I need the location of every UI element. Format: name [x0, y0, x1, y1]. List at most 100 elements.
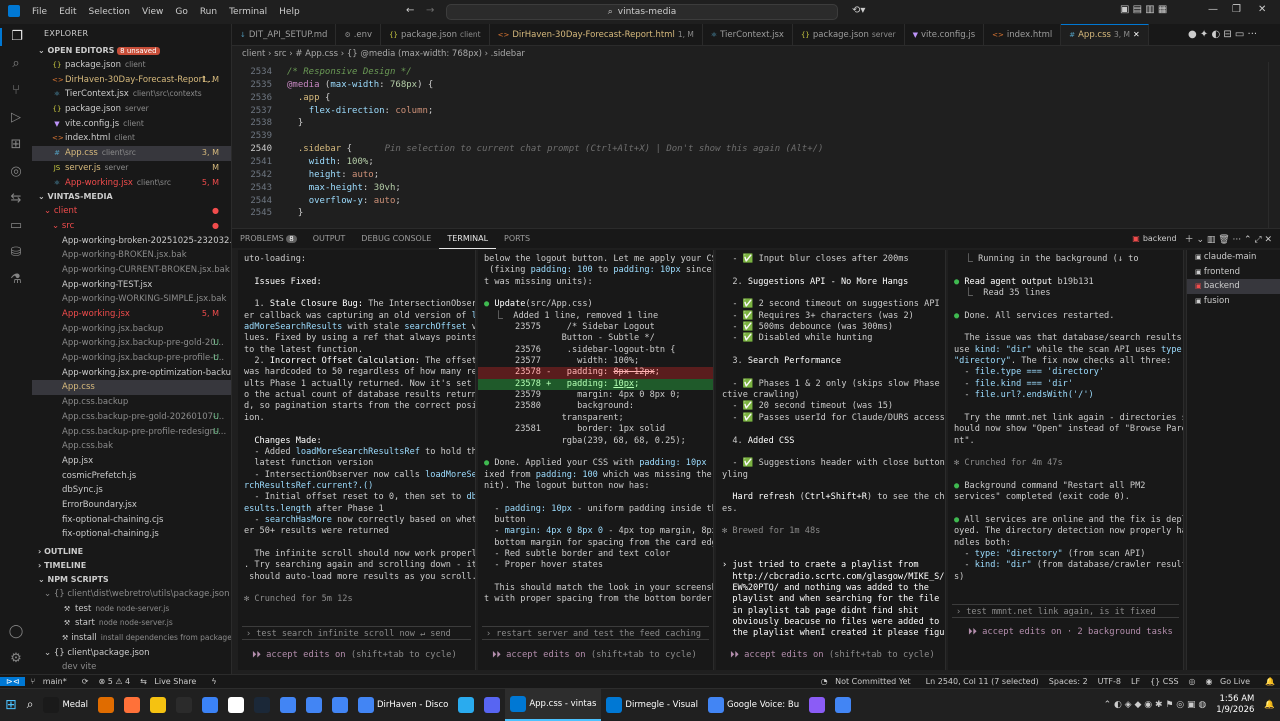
- menu-file[interactable]: File: [26, 7, 53, 17]
- src-file-item[interactable]: fix-optional-chaining.cjs: [32, 513, 231, 528]
- open-editor-item[interactable]: {} package.json server: [32, 102, 231, 117]
- npm-script-item[interactable]: ⚒ install install dependencies from packag…: [32, 631, 231, 646]
- terminal-pane-4[interactable]: ⎿ Running in the background (↓ to ● Read…: [948, 250, 1184, 670]
- terminal-list-item[interactable]: ▣ frontend: [1187, 265, 1280, 280]
- src-file-item[interactable]: App-working-broken-20251025-232032.jsx: [32, 234, 231, 249]
- editor-tab[interactable]: # App.css 3, M ✕: [1061, 24, 1149, 45]
- terminal-list-item[interactable]: ▣ claude-main: [1187, 250, 1280, 265]
- terminal-pane-1[interactable]: uto-loading: Issues Fixed: 1. Stale Clos…: [238, 250, 476, 670]
- account-icon[interactable]: ◯: [7, 623, 25, 641]
- encoding[interactable]: UTF-8: [1093, 677, 1126, 686]
- layout-icons[interactable]: ▣ ▤ ▥ ▦: [1120, 4, 1167, 15]
- taskbar-app[interactable]: Google Voice: Bu: [703, 689, 804, 721]
- sync-icon[interactable]: ⟳: [77, 677, 94, 686]
- notifications-icon[interactable]: 🔔: [1260, 677, 1280, 686]
- minimize-button[interactable]: —: [1208, 4, 1218, 15]
- folder-client[interactable]: ⌄ client ●: [32, 204, 231, 219]
- live-share-button[interactable]: ⇆ Live Share: [135, 677, 206, 686]
- tab-terminal[interactable]: TERMINAL: [439, 229, 497, 249]
- taskbar-app[interactable]: Medal: [38, 689, 93, 721]
- project-section[interactable]: ⌄ VINTAS-MEDIA: [32, 190, 231, 204]
- eol[interactable]: LF: [1126, 677, 1145, 686]
- open-editor-item[interactable]: JS server.js server M: [32, 161, 231, 176]
- taskbar-app[interactable]: DirHaven - Disco: [353, 689, 453, 721]
- src-file-item[interactable]: App-working.jsx.backup-pre-gold-20... U: [32, 336, 231, 351]
- src-file-item[interactable]: App-working.jsx.backup: [32, 322, 231, 337]
- live-share-icon[interactable]: ⇆: [7, 190, 25, 208]
- editor-actions[interactable]: ● ✦ ◐ ⊟ ▭ ···: [1188, 29, 1258, 40]
- nav-forward-icon[interactable]: →: [426, 5, 434, 16]
- search-view-icon[interactable]: ⌕: [7, 55, 25, 73]
- src-file-item[interactable]: App-working.jsx.pre-optimization-backup: [32, 366, 231, 381]
- src-file-item[interactable]: App.css.backup-pre-profile-redesign-... U: [32, 425, 231, 440]
- editor-tab[interactable]: <> DirHaven-30Day-Forecast-Report.html 1, …: [490, 24, 703, 45]
- taskbar-app[interactable]: [804, 689, 830, 721]
- taskbar-app[interactable]: App.css - vintas: [505, 688, 602, 721]
- open-editor-item[interactable]: ▼ vite.config.js client: [32, 117, 231, 132]
- taskbar-app[interactable]: [275, 689, 301, 721]
- tab-output[interactable]: OUTPUT: [305, 229, 354, 249]
- copilot-icon[interactable]: ⟲▾: [852, 5, 865, 16]
- open-editor-item[interactable]: {} package.json client: [32, 58, 231, 73]
- terminal-list-item[interactable]: ▣ fusion: [1187, 294, 1280, 309]
- terminal-2-prompt[interactable]: › restart server and test the feed cachi…: [482, 626, 709, 640]
- code-editor[interactable]: 2534 /* Responsive Design */ 2535 @media (m…: [232, 62, 1280, 228]
- taskbar-search-icon[interactable]: ⌕: [22, 689, 39, 721]
- cursor-position[interactable]: Ln 2540, Col 11 (7 selected): [921, 677, 1044, 686]
- src-file-item[interactable]: App.css.backup: [32, 395, 231, 410]
- breadcrumb[interactable]: client › src › # App.css › {} @media (ma…: [232, 46, 1280, 62]
- src-file-item[interactable]: App-working-BROKEN.jsx.bak: [32, 248, 231, 263]
- taskbar-app[interactable]: [197, 689, 223, 721]
- taskbar-app[interactable]: [145, 689, 171, 721]
- taskbar-app[interactable]: [327, 689, 353, 721]
- problems-indicator[interactable]: ⊗ 5 ⚠ 4: [93, 677, 135, 686]
- remote-indicator[interactable]: ⊳⊲: [0, 677, 26, 686]
- remote-icon[interactable]: ◎: [7, 163, 25, 181]
- src-file-item[interactable]: App.css.backup-pre-gold-20260107-... U: [32, 410, 231, 425]
- npm-package-path[interactable]: ⌄ {} client\dist\webretro\utils\package.…: [32, 587, 231, 602]
- editor-tab[interactable]: ▼ vite.config.js: [905, 24, 985, 45]
- menu-run[interactable]: Run: [194, 7, 223, 17]
- close-button[interactable]: ✕: [1258, 4, 1266, 15]
- tab-debug-console[interactable]: DEBUG CONSOLE: [353, 229, 439, 249]
- tab-problems[interactable]: PROBLEMS 8: [232, 229, 305, 249]
- taskbar-app[interactable]: [223, 689, 249, 721]
- taskbar-app[interactable]: [93, 689, 119, 721]
- git-blame[interactable]: ◔ Not Committed Yet: [816, 677, 921, 686]
- src-file-item[interactable]: App.css: [32, 380, 231, 396]
- copilot-status-icon[interactable]: ◎: [1184, 677, 1201, 686]
- terminal-4-prompt[interactable]: › test mmnt.net link again, is it fixed: [952, 604, 1179, 618]
- open-editor-item[interactable]: <> index.html client: [32, 131, 231, 146]
- menu-terminal[interactable]: Terminal: [223, 7, 273, 17]
- database-icon[interactable]: ⛁: [7, 244, 25, 262]
- npm-script-item[interactable]: ⚒ test node node-server.js: [32, 602, 231, 617]
- src-file-item[interactable]: dbSync.js: [32, 483, 231, 498]
- src-file-item[interactable]: App-working-WORKING-SIMPLE.jsx.bak: [32, 292, 231, 307]
- editor-tab[interactable]: {} package.json server: [793, 24, 905, 45]
- timeline-section[interactable]: › TIMELINE: [32, 559, 231, 573]
- maximize-button[interactable]: ❐: [1232, 4, 1241, 15]
- src-file-item[interactable]: App-working.jsx 5, M: [32, 307, 231, 322]
- explorer-icon[interactable]: ❐: [0, 28, 32, 46]
- settings-gear-icon[interactable]: ⚙: [7, 650, 25, 668]
- npm-script-item[interactable]: ⚒ start node node-server.js: [32, 616, 231, 631]
- src-file-item[interactable]: ErrorBoundary.jsx: [32, 498, 231, 513]
- outline-section[interactable]: › OUTLINE: [32, 545, 231, 559]
- tray-icons[interactable]: ⌃ ◐ ◈ ◆ ◉ ✱ ⚑ ◎ ▣ ◍: [1099, 689, 1212, 721]
- taskbar-app[interactable]: [249, 689, 275, 721]
- indentation[interactable]: Spaces: 2: [1044, 677, 1093, 686]
- extensions-icon[interactable]: ⊞: [7, 136, 25, 154]
- npm-package-path-2[interactable]: ⌄ {} client\package.json: [32, 646, 231, 661]
- open-editor-item[interactable]: ⚛ TierContext.jsx client\src\contexts: [32, 87, 231, 102]
- tab-ports[interactable]: PORTS: [496, 229, 538, 249]
- src-file-item[interactable]: App-working.jsx.backup-pre-profile-r... U: [32, 351, 231, 366]
- taskbar-app[interactable]: Dirmegle - Visual: [601, 689, 703, 721]
- notification-center-icon[interactable]: 🔔: [1259, 689, 1280, 721]
- npm-dev-script[interactable]: dev vite: [32, 660, 231, 674]
- terminal-1-prompt[interactable]: › test search infinite scroll now ↵ send: [242, 626, 471, 640]
- src-file-item[interactable]: App.jsx: [32, 454, 231, 469]
- go-live-button[interactable]: ◉ Go Live: [1201, 677, 1261, 686]
- nav-back-icon[interactable]: ←: [406, 5, 414, 16]
- editor-tab[interactable]: ⚛ TierContext.jsx: [703, 24, 793, 45]
- menu-selection[interactable]: Selection: [83, 7, 136, 17]
